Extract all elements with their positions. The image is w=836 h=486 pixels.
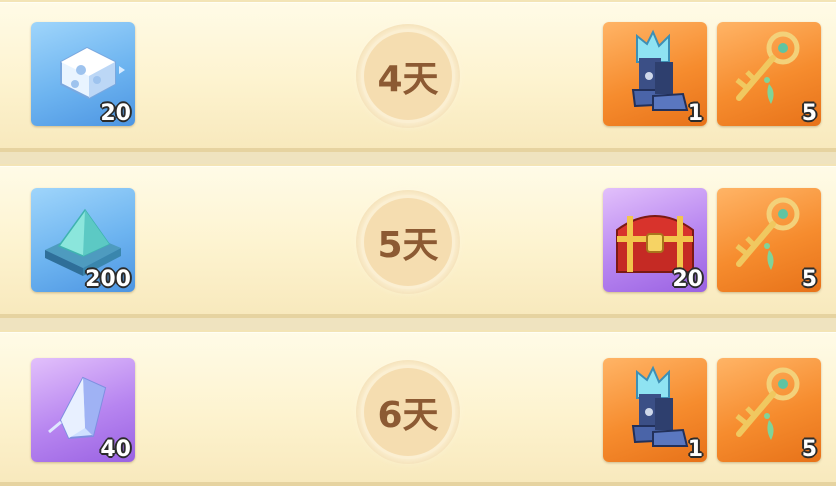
reward-item-teal-pyramid[interactable]: 200 (31, 188, 135, 292)
day-badge: 6天 (356, 360, 460, 464)
item-quantity: 5 (801, 101, 817, 126)
day-badge: 4天 (356, 24, 460, 128)
reward-item-key[interactable]: 5 (717, 22, 821, 126)
reward-item-key[interactable]: 5 (717, 358, 821, 462)
item-quantity: 200 (85, 267, 131, 292)
item-quantity: 20 (672, 267, 703, 292)
reward-item-boots[interactable]: 1 (603, 22, 707, 126)
reward-item-treasure-chest[interactable]: 20 (603, 188, 707, 292)
day-label: 5天 (377, 225, 439, 266)
reward-row-day-4: 20 4天 1 5 (0, 0, 836, 152)
reward-item-boots[interactable]: 1 (603, 358, 707, 462)
reward-item-puzzle-cube[interactable]: 20 (31, 22, 135, 126)
day-label: 4天 (377, 59, 439, 100)
day-badge: 5天 (356, 190, 460, 294)
item-quantity: 1 (687, 437, 703, 462)
item-quantity: 40 (100, 437, 131, 462)
reward-row-day-6: 40 6天 1 5 (0, 330, 836, 486)
reward-list: 20 4天 1 5 200 5天 20 5 40 6天 1 5 (0, 0, 836, 486)
reward-item-purple-crystal[interactable]: 40 (31, 358, 135, 462)
reward-item-key[interactable]: 5 (717, 188, 821, 292)
item-quantity: 20 (100, 101, 131, 126)
day-label: 6天 (377, 395, 439, 436)
reward-row-day-5: 200 5天 20 5 (0, 164, 836, 318)
item-quantity: 5 (801, 267, 817, 292)
item-quantity: 1 (687, 101, 703, 126)
item-quantity: 5 (801, 437, 817, 462)
